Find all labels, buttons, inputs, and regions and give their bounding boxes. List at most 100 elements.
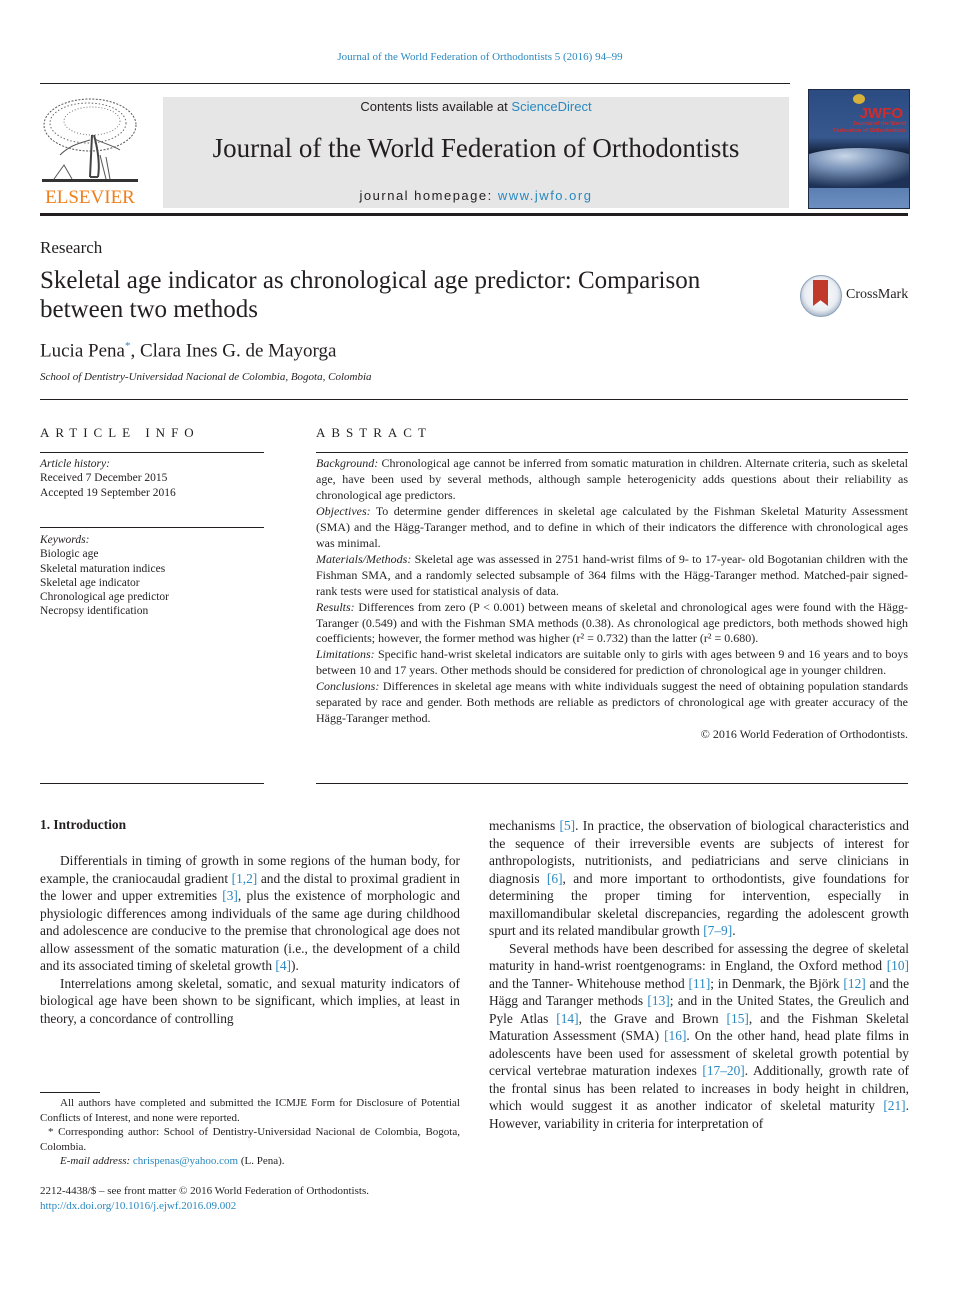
citation-link[interactable]: [10] (887, 958, 909, 973)
article-info-heading: ARTICLE INFO (40, 425, 200, 440)
body-text: Interrelations among skeletal, somatic, … (40, 975, 460, 1026)
abstract-section-label: Limitations: (316, 647, 375, 662)
keyword: Biologic age (40, 548, 99, 561)
body-text: ; in Denmark, the Björk (710, 975, 844, 991)
citation-link[interactable]: [5] (559, 818, 575, 833)
author-name[interactable]: Lucia Pena (40, 340, 125, 361)
abstract-section-label: Background: (316, 456, 379, 470)
citation-link[interactable]: [12] (843, 976, 865, 991)
citation-link[interactable]: [11] (688, 976, 710, 991)
keyword: Skeletal maturation indices (40, 562, 166, 575)
citation-link[interactable]: [13] (647, 993, 669, 1008)
contents-line: Contents lists available at ScienceDirec… (163, 99, 789, 114)
abstract-section-label: Results: (316, 599, 355, 614)
email-footnote: E-mail address: chrispenas@yahoo.com (L.… (40, 1154, 460, 1169)
header-rule (40, 83, 790, 84)
author-list: Lucia Pena*, Clara Ines G. de Mayorga (40, 340, 336, 362)
received-date: Received 7 December 2015 (40, 472, 168, 485)
abstract-objectives: Objectives: To determine gender differen… (316, 504, 908, 552)
header-thick-rule (40, 213, 908, 216)
citation-link[interactable]: [14] (556, 1011, 578, 1026)
abstract-section-label: Conclusions: (316, 679, 380, 694)
citation-link[interactable]: [7–9] (703, 923, 732, 938)
keywords-block: Keywords: Biologic age Skeletal maturati… (40, 533, 264, 619)
corresponding-footnote: * Corresponding author: School of Dentis… (40, 1126, 460, 1153)
history-label: Article history: (40, 458, 110, 470)
elsevier-wordmark: ELSEVIER (45, 187, 135, 208)
footnotes: All authors have completed and submitted… (40, 1096, 460, 1169)
abstract-body: Background: Chronological age cannot be … (316, 456, 908, 743)
abstract-section-text: Chronological age cannot be inferred fro… (316, 456, 908, 502)
abstract-section-text: To determine gender differences in skele… (316, 503, 908, 550)
article-info-bottom-rule (40, 783, 264, 784)
abstract-bottom-rule (316, 783, 908, 784)
abstract-section-label: Materials/Methods: (316, 551, 412, 566)
abstract-section-label: Objectives: (316, 503, 371, 518)
email-suffix: (L. Pena). (238, 1155, 285, 1167)
citation-link[interactable]: [16] (664, 1028, 686, 1043)
cover-subtitle: Journal of the World Federation of Orthod… (833, 121, 906, 135)
body-text: Several methods have been described for … (489, 940, 909, 974)
article-info-rule (40, 452, 264, 453)
abstract-results: Results: Differences from zero (P < 0.00… (316, 600, 908, 648)
cover-line-2: Federation of Orthodontists (833, 128, 906, 134)
author-separator: , (130, 340, 140, 362)
abstract-background: Background: Chronological age cannot be … (316, 456, 908, 504)
abstract-copyright: © 2016 World Federation of Orthodontists… (700, 727, 908, 742)
front-matter: 2212-4438/$ – see front matter © 2016 Wo… (40, 1184, 480, 1213)
article-section: Research (40, 238, 103, 257)
email-label: E-mail address: (60, 1155, 131, 1167)
affiliation: School of Dentistry-Universidad Nacional… (40, 371, 372, 383)
issn-line: 2212-4438/$ – see front matter © 2016 Wo… (40, 1185, 369, 1197)
introduction-heading: 1. Introduction (40, 817, 127, 832)
earth-graphic-icon (809, 148, 909, 188)
keywords-label: Keywords: (40, 534, 90, 546)
body-text: ). (291, 958, 299, 973)
body-paragraph: Several methods have been described for … (489, 940, 909, 1133)
journal-name: Journal of the World Federation of Ortho… (212, 133, 740, 163)
abstract-section-text: Differences in skeletal age means with w… (316, 679, 908, 726)
doi-link[interactable]: http://dx.doi.org/10.1016/j.ejwf.2016.09… (40, 1200, 236, 1212)
elsevier-logo[interactable]: ELSEVIER (38, 95, 142, 211)
keywords-rule (40, 527, 264, 528)
body-paragraph: Interrelations among skeletal, somatic, … (40, 975, 460, 1028)
citation-link[interactable]: [4] (275, 958, 291, 973)
homepage-prefix: journal homepage: (359, 188, 498, 203)
abstract-section-text: Differences from zero (P < 0.001) betwee… (316, 599, 908, 646)
journal-homepage-link[interactable]: www.jwfo.org (498, 188, 593, 203)
crossmark-label: CrossMark (846, 287, 909, 302)
abstract-section-text: Specific hand-wrist skeletal indicators … (316, 647, 908, 678)
keyword: Chronological age predictor (40, 591, 170, 604)
crossmark-button[interactable]: CrossMark (800, 274, 912, 318)
citation-link[interactable]: [6] (547, 871, 563, 886)
disclosure-footnote: All authors have completed and submitted… (40, 1097, 460, 1124)
title-block-rule (40, 399, 908, 400)
sciencedirect-link[interactable]: ScienceDirect (511, 99, 591, 114)
author-name[interactable]: Clara Ines G. de Mayorga (140, 340, 336, 361)
wfo-emblem-icon (853, 94, 865, 104)
article-history: Article history: Received 7 December 201… (40, 457, 264, 500)
cover-acronym: JWFO (859, 105, 903, 122)
citation-link[interactable]: [15] (727, 1011, 749, 1026)
keyword: Skeletal age indicator (40, 576, 140, 589)
keyword: Necropsy identification (40, 605, 149, 618)
abstract-conclusions: Conclusions: Differences in skeletal age… (316, 679, 908, 727)
citation-link[interactable]: [21] (883, 1098, 905, 1113)
email-link[interactable]: chrispenas@yahoo.com (133, 1155, 238, 1167)
body-text: . (732, 923, 736, 938)
accepted-date: Accepted 19 September 2016 (40, 486, 176, 499)
citation-link[interactable]: [3] (222, 888, 238, 903)
body-text: and the Tanner- Whitehouse method (489, 975, 689, 991)
citation-link[interactable]: [17–20] (702, 1063, 744, 1078)
article-title: Skeletal age indicator as chronological … (40, 267, 701, 323)
contents-prefix: Contents lists available at (360, 99, 512, 114)
homepage-line: journal homepage: www.jwfo.org (163, 188, 789, 203)
footnote-rule (40, 1092, 100, 1093)
journal-cover-image[interactable]: JWFO Journal of the World Federation of O… (808, 89, 910, 209)
abstract-heading: ABSTRACT (316, 425, 432, 440)
running-head[interactable]: Journal of the World Federation of Ortho… (0, 51, 960, 63)
abstract-methods: Materials/Methods: Skeletal age was asse… (316, 552, 908, 600)
body-text: mechanisms (489, 818, 560, 833)
citation-link[interactable]: [1,2] (232, 871, 258, 886)
abstract-rule (316, 452, 908, 453)
